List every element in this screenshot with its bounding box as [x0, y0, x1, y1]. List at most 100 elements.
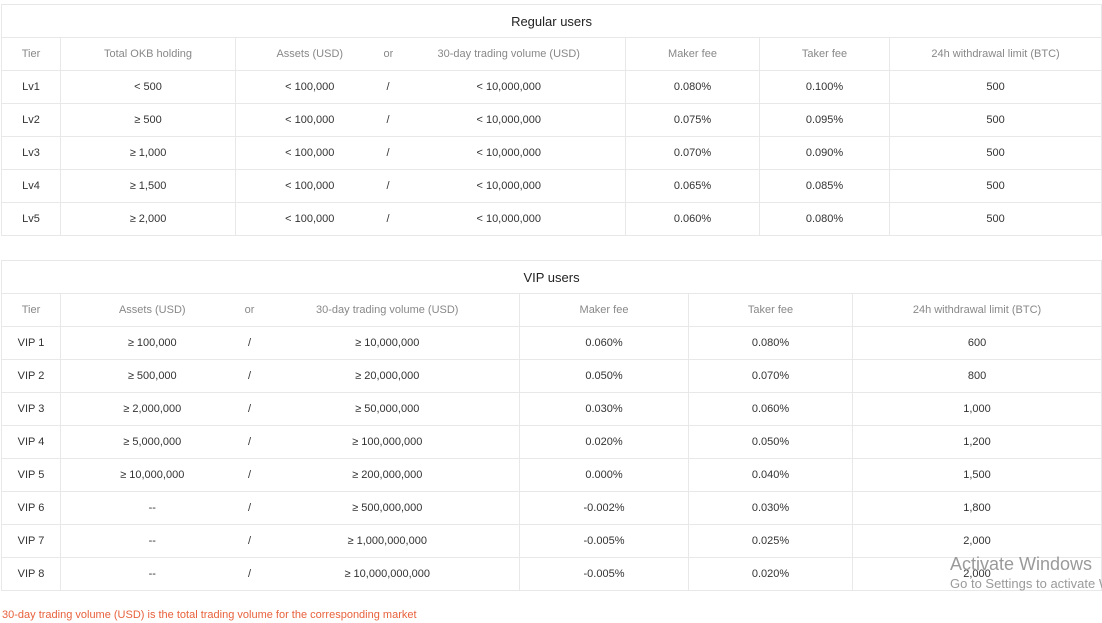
cell-assets: ≥ 2,000,000: [60, 392, 244, 426]
cell-sep: /: [383, 70, 393, 104]
cell-maker: -0.005%: [519, 524, 689, 558]
vip-header-row: Tier Assets (USD) or 30-day trading volu…: [1, 293, 1102, 327]
cell-withdrawal: 1,800: [851, 491, 1102, 525]
cell-withdrawal: 600: [851, 326, 1102, 360]
cell-tier: Lv3: [1, 136, 61, 170]
header-maker-fee: Maker fee: [625, 37, 760, 71]
cell-sep: /: [243, 425, 256, 459]
cell-assets: < 100,000: [235, 202, 384, 236]
table-row: Lv4 ≥ 1,500 < 100,000/< 10,000,000 0.065% 0.…: [1, 169, 1102, 203]
cell-okb: ≥ 1,500: [60, 169, 236, 203]
cell-volume: ≥ 10,000,000,000: [255, 557, 520, 591]
cell-tier: Lv4: [1, 169, 61, 203]
cell-withdrawal: 1,000: [851, 392, 1102, 426]
cell-sep: /: [243, 392, 256, 426]
table-row: VIP 8 -- / ≥ 10,000,000,000 -0.005% 0.020% 2,0…: [1, 557, 1102, 591]
cell-volume: ≥ 10,000,000: [255, 326, 520, 360]
cell-maker: 0.070%: [625, 136, 760, 170]
cell-withdrawal: 500: [888, 70, 1102, 104]
cell-volume: < 10,000,000: [392, 70, 626, 104]
cell-volume: < 10,000,000: [392, 103, 626, 137]
cell-taker: 0.060%: [688, 392, 853, 426]
cell-maker: 0.050%: [519, 359, 689, 393]
header-withdrawal-limit: 24h withdrawal limit (BTC): [888, 37, 1102, 71]
cell-assets: < 100,000: [235, 70, 384, 104]
cell-maker: 0.020%: [519, 425, 689, 459]
regular-users-table: Regular users Tier Total OKB holding Ass…: [0, 4, 1102, 236]
cell-assets: < 100,000: [235, 103, 384, 137]
cell-tier: Lv1: [1, 70, 61, 104]
table-row: Lv3 ≥ 1,000 < 100,000/< 10,000,000 0.070% 0.…: [1, 136, 1102, 170]
table-row: VIP 1 ≥ 100,000/≥ 10,000,000 0.060% 0.080% 6…: [1, 326, 1102, 360]
header-or: or: [243, 293, 256, 327]
table-row: Lv2 ≥ 500 < 100,000/< 10,000,000 0.075% 0.09…: [1, 103, 1102, 137]
cell-taker: 0.030%: [688, 491, 853, 525]
cell-assets: ≥ 500,000: [60, 359, 244, 393]
cell-sep: /: [243, 491, 256, 525]
table-row: Lv1 < 500 < 100,000/< 10,000,000 0.080% 0.10…: [1, 70, 1102, 104]
cell-sep: /: [243, 458, 256, 492]
cell-sep: /: [243, 557, 256, 591]
cell-okb: ≥ 1,000: [60, 136, 236, 170]
regular-header-row: Tier Total OKB holding Assets (USD) or 3…: [1, 37, 1102, 71]
cell-withdrawal: 1,200: [851, 425, 1102, 459]
cell-okb: ≥ 2,000: [60, 202, 236, 236]
header-okb-holding: Total OKB holding: [60, 37, 236, 71]
cell-volume: < 10,000,000: [392, 202, 626, 236]
cell-maker: 0.060%: [519, 326, 689, 360]
cell-withdrawal: 2,000: [851, 557, 1102, 591]
header-volume: 30-day trading volume (USD): [255, 293, 520, 327]
cell-assets: < 100,000: [235, 169, 384, 203]
cell-tier: VIP 2: [1, 359, 61, 393]
cell-taker: 0.050%: [688, 425, 853, 459]
cell-volume: ≥ 1,000,000,000: [255, 524, 520, 558]
cell-okb: ≥ 500: [60, 103, 236, 137]
cell-maker: -0.005%: [519, 557, 689, 591]
vip-users-title: VIP users: [0, 260, 1102, 294]
cell-tier: VIP 8: [1, 557, 61, 591]
header-volume: 30-day trading volume (USD): [392, 37, 626, 71]
table-row: VIP 6 -- / ≥ 500,000,000 -0.002% 0.030% 1,800: [1, 491, 1102, 525]
cell-tier: VIP 6: [1, 491, 61, 525]
cell-assets: < 100,000: [235, 136, 384, 170]
cell-volume: ≥ 50,000,000: [255, 392, 520, 426]
cell-withdrawal: 500: [888, 202, 1102, 236]
cell-tier: VIP 1: [1, 326, 61, 360]
cell-volume: ≥ 20,000,000: [255, 359, 520, 393]
cell-maker: 0.075%: [625, 103, 760, 137]
cell-sep: /: [243, 326, 256, 360]
cell-taker: 0.025%: [688, 524, 853, 558]
table-row: Lv5 ≥ 2,000 < 100,000/< 10,000,000 0.060% 0.…: [1, 202, 1102, 236]
cell-sep: /: [243, 359, 256, 393]
cell-sep: /: [243, 524, 256, 558]
cell-tier: Lv2: [1, 103, 61, 137]
cell-volume: ≥ 500,000,000: [255, 491, 520, 525]
cell-tier: Lv5: [1, 202, 61, 236]
cell-tier: VIP 7: [1, 524, 61, 558]
table-row: VIP 7 -- / ≥ 1,000,000,000 -0.005% 0.025% 2,00…: [1, 524, 1102, 558]
cell-maker: 0.065%: [625, 169, 760, 203]
cell-assets: ≥ 5,000,000: [60, 425, 244, 459]
cell-volume: < 10,000,000: [392, 169, 626, 203]
cell-withdrawal: 500: [888, 169, 1102, 203]
vip-users-table: VIP users Tier Assets (USD) or 30-day tr…: [0, 260, 1102, 591]
cell-withdrawal: 1,500: [851, 458, 1102, 492]
cell-volume: ≥ 100,000,000: [255, 425, 520, 459]
cell-maker: 0.060%: [625, 202, 760, 236]
cell-sep: /: [383, 202, 393, 236]
cell-withdrawal: 2,000: [851, 524, 1102, 558]
table-row: VIP 2 ≥ 500,000/≥ 20,000,000 0.050% 0.070% 8…: [1, 359, 1102, 393]
cell-okb: < 500: [60, 70, 236, 104]
header-maker-fee: Maker fee: [519, 293, 689, 327]
table-row: VIP 5 ≥ 10,000,000/≥ 200,000,000 0.000% 0.0…: [1, 458, 1102, 492]
cell-volume: < 10,000,000: [392, 136, 626, 170]
header-or: or: [383, 37, 393, 71]
cell-assets: --: [60, 557, 244, 591]
cell-maker: 0.030%: [519, 392, 689, 426]
table-row: VIP 4 ≥ 5,000,000/≥ 100,000,000 0.020% 0.05…: [1, 425, 1102, 459]
cell-taker: 0.090%: [759, 136, 890, 170]
cell-assets: --: [60, 524, 244, 558]
cell-taker: 0.040%: [688, 458, 853, 492]
cell-maker: 0.000%: [519, 458, 689, 492]
cell-sep: /: [383, 169, 393, 203]
